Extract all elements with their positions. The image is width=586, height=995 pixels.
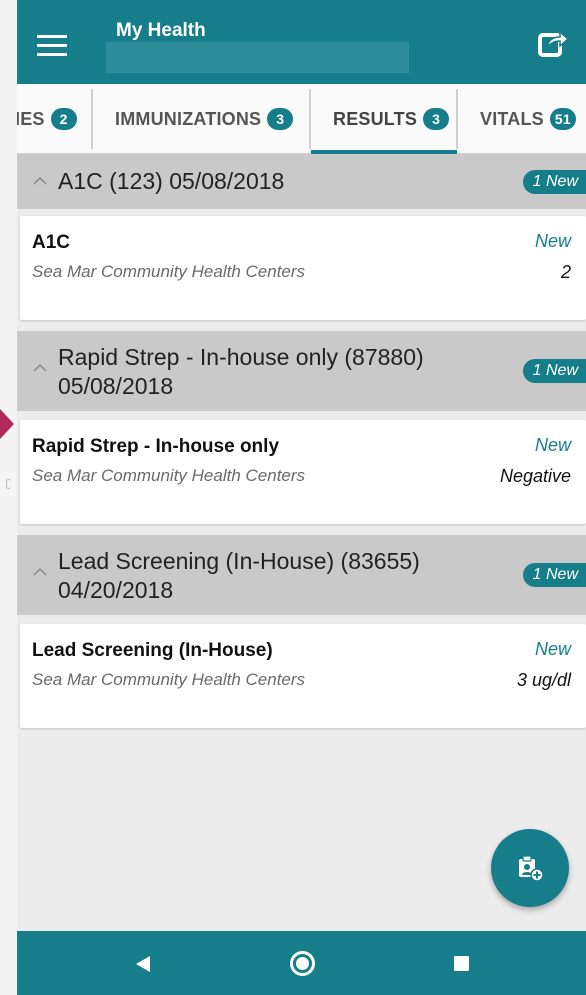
result-status: New [534, 639, 571, 659]
tab-label: VITALS [480, 108, 544, 129]
result-status: New [534, 231, 571, 251]
group-title: A1C (123) 05/08/2018 [58, 168, 285, 194]
result-title: A1C [32, 232, 71, 253]
tab-badge: 3 [423, 108, 450, 130]
chevron-up-icon [33, 176, 47, 185]
result-provider: Sea Mar Community Health Centers [32, 670, 306, 689]
result-value: 2 [560, 262, 571, 282]
tab-vitals[interactable]: VITALS 51 [480, 84, 576, 153]
tab-label: IMMUNIZATIONS [115, 108, 262, 129]
home-icon[interactable] [290, 951, 315, 976]
back-icon[interactable] [136, 956, 150, 972]
result-provider: Sea Mar Community Health Centers [32, 466, 306, 485]
tab-immunizations[interactable]: IMMUNIZATIONS 3 [115, 84, 294, 153]
tab-divider [91, 89, 93, 149]
result-title: Lead Screening (In-House) [32, 640, 273, 661]
group-date: 04/20/2018 [58, 577, 174, 603]
add-record-button[interactable] [491, 829, 569, 907]
new-count-badge: 1 New [522, 170, 586, 194]
result-group-header[interactable]: Rapid Strep - In-house only (87880) 05/0… [17, 331, 586, 411]
new-count-badge: 1 New [522, 359, 586, 383]
recent-apps-icon[interactable] [454, 956, 469, 971]
result-value: Negative [499, 466, 571, 486]
tab-badge: 2 [50, 108, 77, 130]
result-provider: Sea Mar Community Health Centers [32, 262, 306, 281]
edge-handle-icon [6, 479, 11, 489]
group-date: 05/08/2018 [58, 373, 174, 399]
hamburger-menu-icon[interactable] [37, 35, 67, 57]
app-title: My Health [116, 20, 206, 41]
background-edge [0, 0, 17, 995]
chevron-up-icon [33, 363, 47, 372]
result-status: New [534, 435, 571, 455]
tab-divider [309, 89, 311, 149]
result-title: Rapid Strep - In-house only [32, 436, 280, 457]
tab-results[interactable]: RESULTS 3 [333, 84, 450, 153]
tab-label: IES [17, 108, 45, 129]
result-value: 3 ug/dl [516, 670, 571, 690]
group-title: Lead Screening (In-House) (83655) 04/20/… [58, 547, 420, 605]
tab-badge: 51 [549, 108, 576, 130]
share-icon[interactable] [535, 26, 571, 62]
result-group-header[interactable]: A1C (123) 05/08/2018 1 New [17, 154, 586, 209]
new-count-badge: 1 New [522, 563, 586, 587]
result-card[interactable]: A1C Sea Mar Community Health Centers New… [20, 216, 586, 320]
tab-label: RESULTS [333, 108, 418, 129]
tab-allergies[interactable]: IES 2 [17, 84, 77, 153]
result-group-header[interactable]: Lead Screening (In-House) (83655) 04/20/… [17, 535, 586, 615]
tab-bar: IES 2 IMMUNIZATIONS 3 RESULTS 3 VITALS 5… [17, 84, 586, 154]
group-title: Rapid Strep - In-house only (87880) 05/0… [58, 343, 424, 401]
app-screen: My Health IES 2 IMMUNIZATIONS 3 RESULTS … [17, 0, 586, 995]
redacted-patient-name [106, 42, 409, 73]
system-nav-bar [17, 931, 586, 995]
tab-divider [456, 89, 458, 149]
chevron-up-icon [33, 567, 47, 576]
result-card[interactable]: Rapid Strep - In-house only Sea Mar Comm… [20, 420, 586, 524]
app-header: My Health [17, 0, 586, 84]
group-title-line: Rapid Strep - In-house only (87880) [58, 344, 424, 370]
add-record-icon [519, 855, 544, 882]
pointer-arrow-icon [0, 409, 14, 439]
result-card[interactable]: Lead Screening (In-House) Sea Mar Commun… [20, 624, 586, 728]
group-title-line: Lead Screening (In-House) (83655) [58, 548, 420, 574]
tab-badge: 3 [267, 108, 294, 130]
